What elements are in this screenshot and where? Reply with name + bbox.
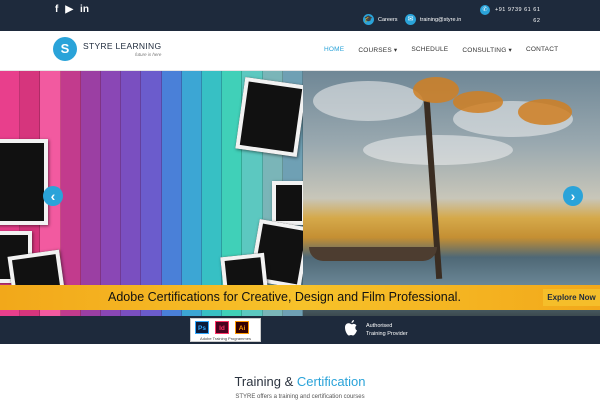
wood-plank bbox=[101, 71, 122, 316]
hero-slider: ‹ › Adobe Certifications for Creative, D… bbox=[0, 71, 600, 316]
photoshop-icon: Ps bbox=[195, 321, 209, 334]
envelope-icon: ✉ bbox=[405, 14, 416, 25]
photo-frame bbox=[272, 181, 306, 225]
slide-caption-text: Adobe Certifications for Creative, Desig… bbox=[108, 290, 461, 304]
slider-prev-button[interactable]: ‹ bbox=[43, 186, 63, 206]
phone-contact[interactable]: ✆ +91 9739 61 61 62 bbox=[480, 5, 540, 27]
adobe-training-badge[interactable]: Ps Id Ai Adobe Training Programmes bbox=[190, 318, 261, 342]
facebook-icon[interactable]: f bbox=[55, 5, 58, 15]
wood-plank bbox=[80, 71, 102, 316]
youtube-icon[interactable]: ▶ bbox=[65, 5, 73, 15]
careers-link[interactable]: 🎓 Careers bbox=[363, 14, 398, 25]
heading-main: Training & bbox=[234, 374, 294, 389]
nav-item-consulting[interactable]: CONSULTING ▾ bbox=[462, 46, 512, 54]
slider-next-button[interactable]: › bbox=[563, 186, 583, 206]
explore-now-button[interactable]: Explore Now bbox=[543, 289, 600, 306]
nav-item-courses[interactable]: COURSES ▾ bbox=[358, 46, 397, 54]
wood-plank bbox=[141, 71, 162, 316]
authorised-line-2: Training Provider bbox=[366, 330, 408, 337]
careers-label: Careers bbox=[378, 16, 398, 23]
nav-item-schedule[interactable]: SCHEDULE bbox=[411, 46, 448, 54]
wood-plank bbox=[161, 71, 182, 316]
heading-accent: Certification bbox=[296, 374, 366, 389]
social-links: f ▶ in bbox=[55, 5, 89, 15]
section-heading: Training & Certification bbox=[0, 374, 600, 389]
logo-name: STYRE LEARNING bbox=[83, 41, 162, 51]
phone-number-line-2: 62 bbox=[533, 18, 541, 24]
section-subtitle: STYRE offers a training and certificatio… bbox=[235, 394, 365, 400]
wood-plank bbox=[60, 71, 81, 316]
nav-item-contact[interactable]: CONTACT bbox=[526, 46, 558, 54]
adobe-training-label: Adobe Training Programmes bbox=[200, 336, 251, 341]
photo-frame bbox=[235, 77, 307, 157]
wood-plank bbox=[181, 71, 203, 316]
slide-caption-banner: Adobe Certifications for Creative, Desig… bbox=[0, 285, 600, 310]
email-link[interactable]: ✉ training@styre.in bbox=[405, 14, 461, 25]
illustrator-icon: Ai bbox=[235, 321, 249, 334]
wood-plank bbox=[202, 71, 223, 316]
wood-plank bbox=[121, 71, 142, 316]
logo-tagline: future is here bbox=[135, 52, 162, 57]
logo-mark-icon: S bbox=[53, 37, 77, 61]
phone-number-line-1: +91 9739 61 61 bbox=[495, 7, 541, 13]
email-address: training@styre.in bbox=[420, 16, 462, 23]
slide-image-lake-tree bbox=[303, 71, 600, 316]
authorised-line-1: Authorised bbox=[366, 323, 393, 329]
indesign-icon: Id bbox=[215, 321, 229, 334]
main-navigation: S STYRE LEARNING future is here HOME COU… bbox=[0, 31, 600, 71]
apple-logo-icon bbox=[345, 320, 357, 336]
linkedin-icon[interactable]: in bbox=[80, 5, 89, 15]
graduation-cap-icon: 🎓 bbox=[363, 14, 374, 25]
nav-item-home[interactable]: HOME bbox=[324, 46, 344, 54]
nav-menu: HOME COURSES ▾ SCHEDULE CONSULTING ▾ CON… bbox=[324, 46, 558, 54]
photo-frame bbox=[0, 139, 48, 225]
authorised-provider-text: Authorised Training Provider bbox=[366, 323, 408, 338]
phone-icon: ✆ bbox=[480, 5, 490, 15]
top-bar: f ▶ in 🎓 Careers ✉ training@styre.in ✆ +… bbox=[0, 0, 600, 31]
site-logo[interactable]: S STYRE LEARNING future is here bbox=[53, 37, 161, 61]
partner-strip: Ps Id Ai Adobe Training Programmes Autho… bbox=[0, 316, 600, 344]
